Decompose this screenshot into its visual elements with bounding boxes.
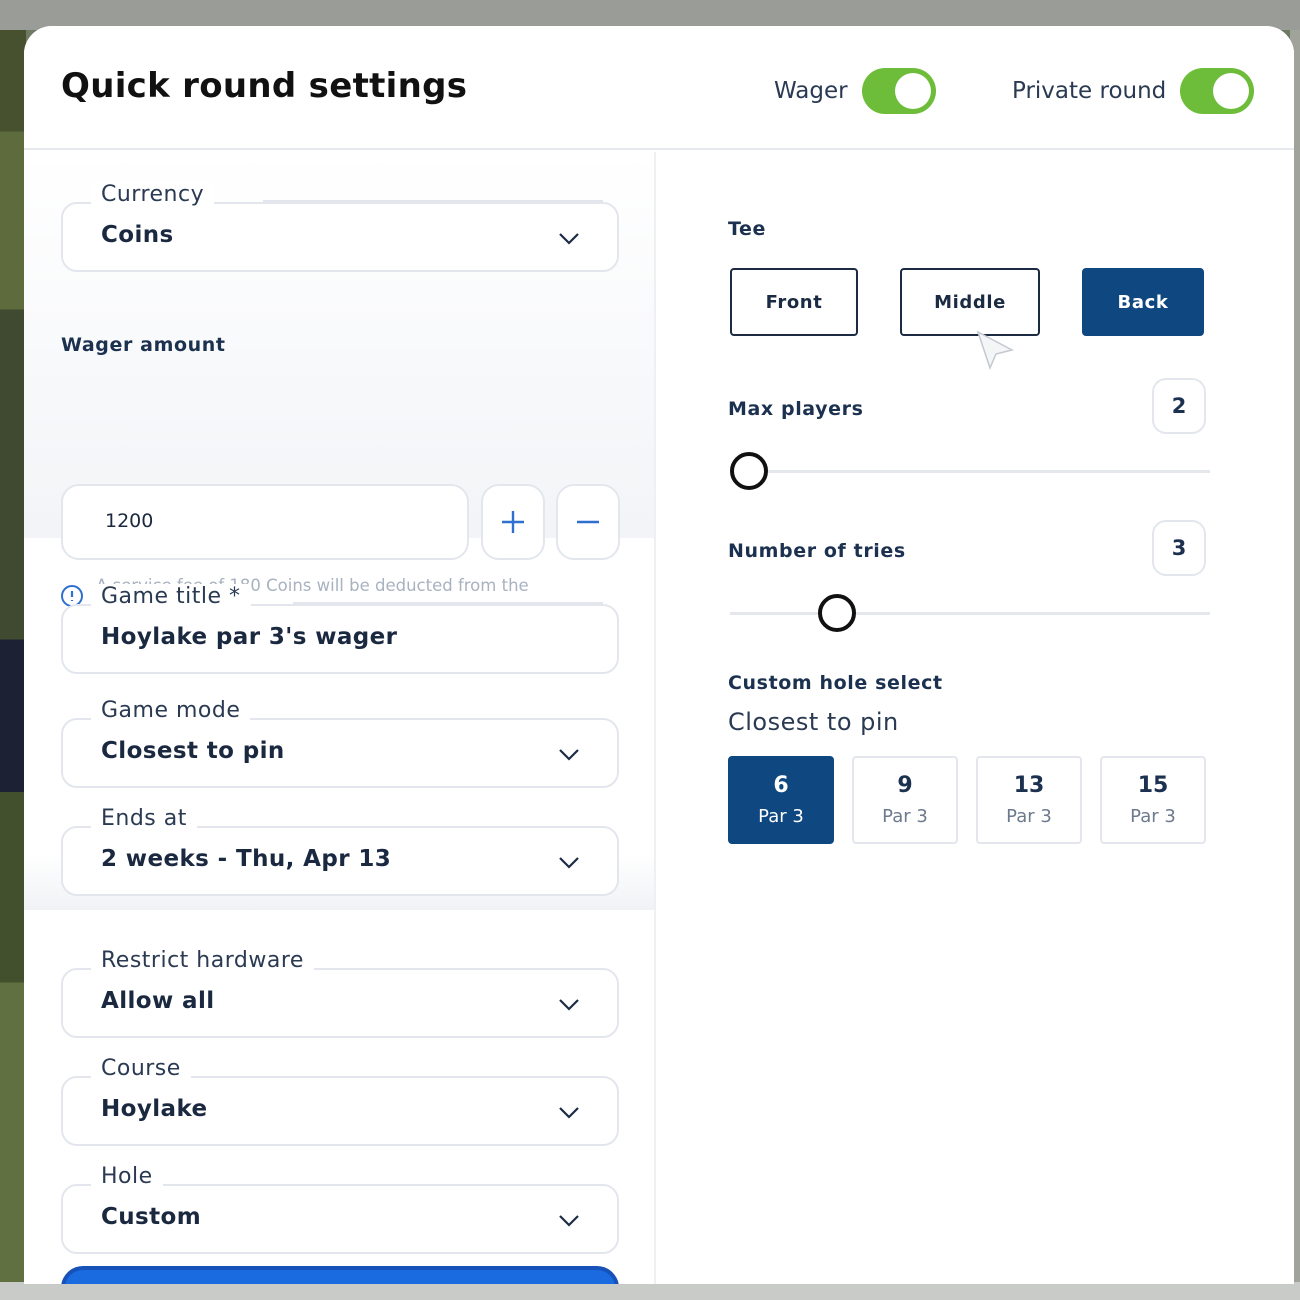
dialog-header: Quick round settings Wager Private round [24, 26, 1294, 150]
toggle-knob [1213, 73, 1250, 109]
dialog-title: Quick round settings [61, 66, 468, 106]
hole-par: Par 3 [882, 806, 928, 827]
quick-round-settings-dialog: Quick round settings Wager Private round… [24, 26, 1294, 1284]
tee-front-button[interactable]: Front [730, 268, 858, 336]
tee-middle-button[interactable]: Middle [900, 268, 1040, 336]
wager-toggle-group: Wager [774, 68, 936, 114]
hole-number: 13 [1013, 773, 1045, 798]
course-select[interactable]: Course Hoylake [61, 1056, 619, 1146]
hole-card-6[interactable]: 6 Par 3 [728, 756, 834, 844]
wager-toggle[interactable] [861, 68, 936, 114]
decrease-wager-button[interactable] [556, 484, 620, 560]
private-round-toggle-group: Private round [1012, 68, 1255, 114]
currency-value: Coins [101, 222, 174, 248]
max-players-slider-thumb[interactable] [730, 452, 768, 490]
game-title-label: Game title * [91, 584, 251, 609]
hole-card-9[interactable]: 9 Par 3 [852, 756, 958, 844]
field-border-line [293, 602, 603, 604]
restrict-hardware-select[interactable]: Restrict hardware Allow all [61, 948, 619, 1038]
max-players-slider-track[interactable] [730, 470, 1210, 473]
hole-par: Par 3 [1130, 806, 1176, 827]
settings-right-column: Tee Front Middle Back Max players 2 Numb… [656, 152, 1294, 1284]
mouse-cursor-icon [976, 330, 1015, 371]
hole-number: 15 [1137, 773, 1169, 798]
chevron-down-icon [559, 999, 579, 1011]
game-title-input[interactable]: Game title * Hoylake par 3's wager [61, 584, 619, 674]
course-value: Hoylake [101, 1096, 208, 1122]
background-left [0, 30, 26, 1300]
chevron-down-icon [559, 233, 579, 245]
number-of-tries-slider-track[interactable] [730, 612, 1210, 615]
settings-left-column: Currency Coins Wager amount 1200 A servi… [24, 152, 656, 1284]
ends-at-select[interactable]: Ends at 2 weeks - Thu, Apr 13 [61, 806, 619, 896]
number-of-tries-value: 3 [1152, 520, 1206, 576]
restrict-hardware-value: Allow all [101, 988, 215, 1014]
chevron-down-icon [559, 1215, 579, 1227]
max-players-value: 2 [1152, 378, 1206, 434]
primary-action-button[interactable] [61, 1266, 619, 1284]
game-mode-value: Closest to pin [101, 738, 285, 764]
toggle-knob [894, 73, 931, 109]
ends-at-label: Ends at [91, 806, 197, 831]
ends-at-value: 2 weeks - Thu, Apr 13 [101, 846, 392, 872]
private-round-toggle[interactable] [1180, 68, 1255, 114]
hole-card-13[interactable]: 13 Par 3 [976, 756, 1082, 844]
custom-hole-mode: Closest to pin [728, 708, 899, 736]
number-of-tries-label: Number of tries [728, 540, 906, 562]
chevron-down-icon [559, 857, 579, 869]
hole-par: Par 3 [758, 806, 804, 827]
hole-par: Par 3 [1006, 806, 1052, 827]
wager-amount-label: Wager amount [61, 334, 226, 356]
wager-amount-value: 1200 [105, 510, 154, 532]
chevron-down-icon [559, 749, 579, 761]
increase-wager-button[interactable] [481, 484, 545, 560]
number-of-tries-slider-thumb[interactable] [818, 594, 857, 632]
max-players-label: Max players [728, 398, 864, 420]
game-title-value: Hoylake par 3's wager [101, 624, 398, 650]
chevron-down-icon [559, 1107, 579, 1119]
hole-select[interactable]: Hole Custom [61, 1164, 619, 1254]
game-mode-label: Game mode [91, 698, 251, 723]
custom-hole-select-label: Custom hole select [728, 672, 943, 694]
tee-back-button[interactable]: Back [1082, 268, 1204, 336]
field-border-line [263, 200, 603, 202]
wager-toggle-label: Wager [774, 78, 848, 104]
restrict-hardware-label: Restrict hardware [91, 948, 314, 973]
wager-amount-input[interactable]: 1200 [61, 484, 469, 560]
course-label: Course [91, 1056, 191, 1081]
tee-label: Tee [728, 218, 767, 240]
hole-number: 6 [773, 773, 789, 798]
hole-value: Custom [101, 1204, 202, 1230]
currency-select[interactable]: Currency Coins [61, 182, 619, 272]
hole-label: Hole [91, 1164, 163, 1189]
game-mode-select[interactable]: Game mode Closest to pin [61, 698, 619, 788]
currency-label: Currency [91, 182, 215, 207]
hole-number: 9 [897, 773, 913, 798]
plus-icon [502, 511, 524, 533]
minus-icon [577, 520, 599, 524]
hole-card-15[interactable]: 15 Par 3 [1100, 756, 1206, 844]
background-bottom [0, 1282, 1300, 1300]
private-round-toggle-label: Private round [1012, 78, 1167, 104]
